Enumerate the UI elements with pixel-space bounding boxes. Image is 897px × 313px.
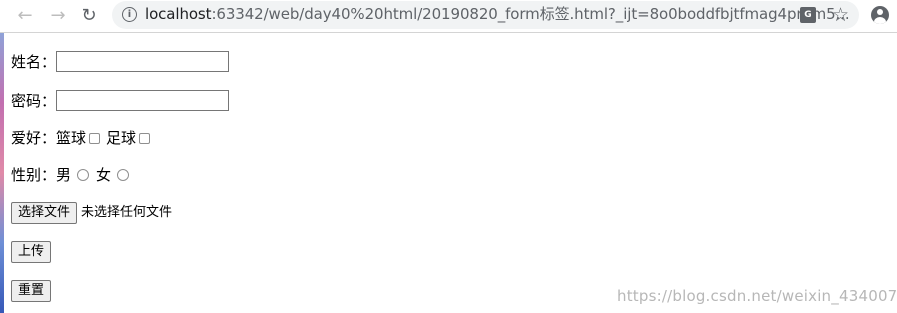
hobby-label: 爱好： (11, 129, 57, 147)
file-status-text: 未选择任何文件 (81, 205, 173, 220)
upload-button[interactable]: 上传 (11, 241, 52, 263)
password-row: 密码： (11, 90, 230, 111)
reload-icon[interactable]: ↻ (77, 4, 101, 28)
choose-file-button[interactable]: 选择文件 (11, 202, 78, 224)
password-input[interactable] (56, 90, 230, 111)
password-label: 密码： (11, 91, 57, 110)
male-radio[interactable] (77, 169, 90, 181)
hobby-row: 爱好： 篮球 足球 (11, 129, 154, 147)
gender-option-male-label: 男 (56, 166, 72, 184)
upload-row: 上传 (11, 241, 52, 263)
url-path: :63342/web/day40%20html/20190820_form标签.… (211, 5, 850, 23)
gender-label: 性别： (11, 166, 57, 184)
name-label: 姓名： (11, 52, 57, 71)
watermark: https://blog.csdn.net/weixin_43400774 (617, 287, 897, 305)
back-arrow-icon[interactable]: ← (13, 4, 37, 28)
browser-toolbar: ← → ↻ i localhost:63342/web/day40%20html… (0, 0, 897, 33)
hobby-option-basketball-label: 篮球 (56, 129, 87, 147)
reset-row: 重置 (11, 280, 52, 302)
football-checkbox[interactable] (139, 132, 151, 144)
url-text[interactable]: localhost:63342/web/day40%20html/2019082… (145, 5, 850, 23)
info-icon[interactable]: i (122, 7, 137, 22)
bookmark-star-icon[interactable]: ☆ (832, 4, 849, 26)
forward-arrow-icon[interactable]: → (46, 4, 70, 28)
window-edge-decoration (0, 33, 4, 313)
url-host: localhost (145, 5, 212, 23)
basketball-checkbox[interactable] (89, 132, 101, 144)
name-row: 姓名： (11, 51, 230, 72)
file-row: 选择文件 未选择任何文件 (11, 202, 172, 224)
gender-row: 性别： 男 女 (11, 166, 134, 184)
female-radio[interactable] (117, 169, 130, 181)
name-input[interactable] (56, 51, 230, 72)
gender-option-female-label: 女 (96, 166, 112, 184)
reset-button[interactable]: 重置 (11, 280, 52, 302)
translate-icon[interactable]: G (800, 7, 816, 23)
account-icon[interactable] (871, 6, 889, 24)
hobby-option-football-label: 足球 (106, 129, 137, 147)
